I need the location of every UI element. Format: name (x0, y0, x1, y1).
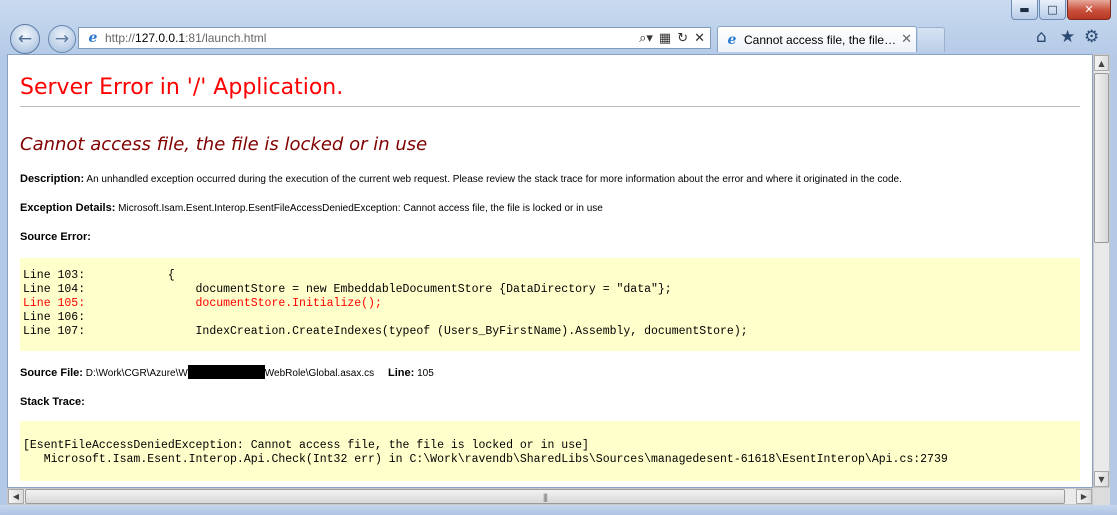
horizontal-scroll-thumb[interactable]: ||| (25, 489, 1065, 504)
back-arrow-icon: ← (17, 29, 33, 49)
window-controls: ▬ □ ✕ (1011, 0, 1111, 20)
minimize-button[interactable]: ▬ (1011, 0, 1038, 20)
url-host: 127.0.0.1 (135, 31, 186, 45)
exception-text: Microsoft.Isam.Esent.Interop.EsentFileAc… (118, 203, 603, 214)
scroll-right-button[interactable]: ▶ (1076, 489, 1092, 504)
stack-line: [EsentFileAccessDeniedException: Cannot … (23, 439, 589, 452)
forward-button[interactable]: → (48, 25, 76, 53)
status-bar (0, 505, 1117, 515)
description-text: An unhandled exception occurred during t… (86, 174, 902, 185)
forward-arrow-icon: → (54, 29, 70, 49)
horizontal-scrollbar[interactable]: ◀ ||| ▶ (7, 488, 1093, 505)
source-error-label: Source Error: (20, 231, 91, 243)
favorites-star-icon[interactable]: ★ (1060, 27, 1075, 47)
vertical-scrollbar[interactable]: ▲ ▼ (1093, 54, 1110, 488)
close-button[interactable]: ✕ (1067, 0, 1111, 20)
source-file-label: Source File: (20, 367, 83, 379)
code-line: Line 106: (23, 311, 86, 324)
description-row: Description: An unhandled exception occu… (20, 173, 1082, 185)
source-code-block: Line 103: {Line 104: documentStore = new… (20, 258, 1080, 351)
address-bar[interactable]: e http://127.0.0.1:81/launch.html ⌕▾ ▦ ↻… (78, 27, 711, 49)
page-viewport: Server Error in '/' Application. Cannot … (7, 54, 1093, 488)
address-tools: ⌕▾ ▦ ↻ ✕ (639, 31, 710, 46)
scroll-corner (1093, 488, 1110, 505)
description-label: Description: (20, 173, 85, 185)
exception-label: Exception Details: (20, 202, 116, 214)
tab-active[interactable]: e Cannot access file, the file i... ✕ (717, 26, 917, 52)
line-value: 105 (417, 368, 434, 379)
redaction-bar (187, 365, 265, 379)
scroll-left-button[interactable]: ◀ (8, 489, 24, 504)
browser-window: ▬ □ ✕ ← → e http://127.0.0.1:81/launch.h… (0, 0, 1117, 515)
scroll-down-button[interactable]: ▼ (1094, 471, 1109, 487)
title-divider (20, 106, 1080, 107)
source-file-prefix: D:\Work\CGR\Azure\W (85, 368, 188, 379)
code-line: Line 103: { (23, 269, 175, 282)
url-text[interactable]: http://127.0.0.1:81/launch.html (105, 31, 639, 45)
exception-row: Exception Details: Microsoft.Isam.Esent.… (20, 202, 1082, 214)
new-tab-button[interactable] (918, 27, 945, 52)
maximize-button[interactable]: □ (1039, 0, 1066, 20)
source-error-row: Source Error: (20, 231, 1082, 243)
stack-line: Microsoft.Isam.Esent.Interop.Api.Check(I… (23, 453, 948, 466)
back-button[interactable]: ← (10, 24, 40, 54)
vertical-scroll-thumb[interactable] (1094, 73, 1109, 243)
ie-icon: e (727, 31, 737, 48)
tab-title: Cannot access file, the file i... (744, 32, 898, 47)
tools-gear-icon[interactable]: ⚙ (1084, 27, 1099, 47)
search-icon[interactable]: ⌕▾ (639, 31, 653, 46)
stack-trace-label: Stack Trace: (20, 396, 85, 408)
tab-close-icon[interactable]: ✕ (901, 32, 912, 47)
ie-icon: e (88, 30, 98, 46)
error-page: Server Error in '/' Application. Cannot … (20, 55, 1082, 481)
code-line: Line 104: documentStore = new Embeddable… (23, 283, 672, 296)
compat-view-icon[interactable]: ▦ (659, 31, 671, 46)
stack-trace-row: Stack Trace: (20, 396, 1082, 408)
line-label: Line: (388, 367, 415, 379)
page-title: Server Error in '/' Application. (20, 75, 344, 100)
source-file-row: Source File: D:\Work\CGR\Azure\W WebRole\… (20, 365, 1082, 379)
home-icon[interactable]: ⌂ (1036, 27, 1047, 47)
error-heading: Cannot access file, the file is locked o… (20, 134, 428, 155)
refresh-icon[interactable]: ↻ (677, 31, 688, 46)
stop-icon[interactable]: ✕ (694, 31, 705, 46)
stack-trace-block: [EsentFileAccessDeniedException: Cannot … (20, 421, 1080, 481)
code-line: Line 107: IndexCreation.CreateIndexes(ty… (23, 325, 748, 338)
url-scheme: http:// (105, 31, 136, 45)
code-line-error: Line 105: documentStore.Initialize(); (23, 297, 382, 310)
source-file-suffix: WebRole\Global.asax.cs (264, 368, 375, 379)
url-path: :81/launch.html (185, 31, 267, 45)
scroll-up-button[interactable]: ▲ (1094, 55, 1109, 71)
